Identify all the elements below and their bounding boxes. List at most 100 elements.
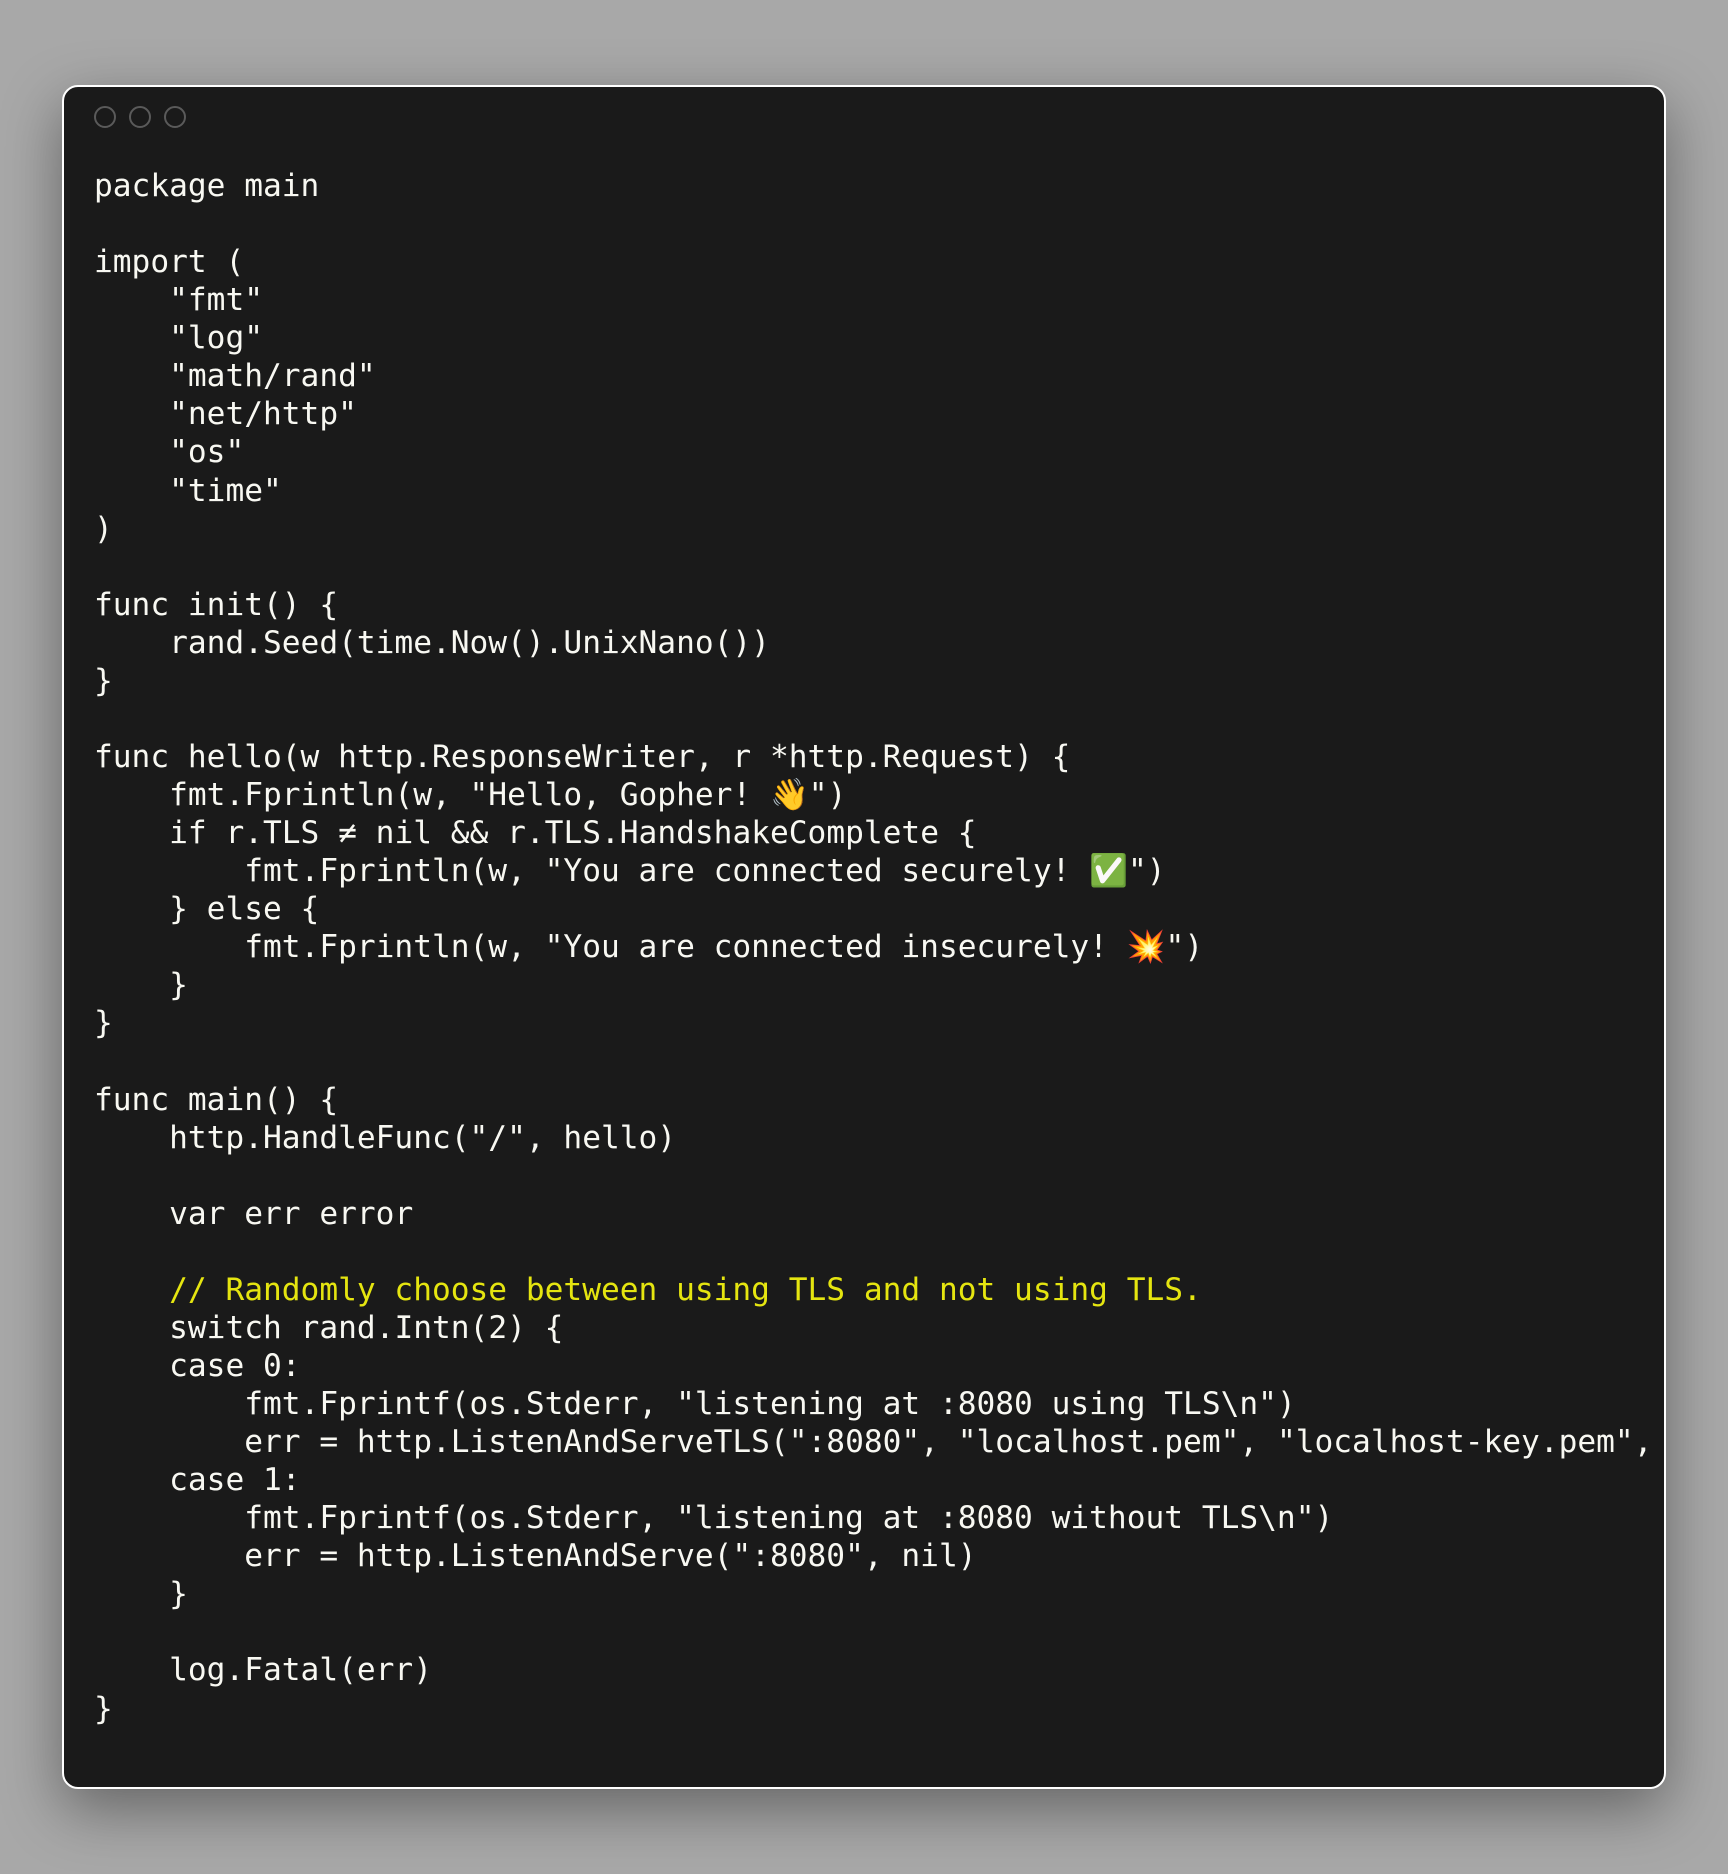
code-line: fmt.Fprintln(w, "Hello, Gopher! 👋") xyxy=(94,776,1634,814)
token-plain: err = http.ListenAndServe( xyxy=(94,1538,732,1574)
token-plain: ) xyxy=(1184,929,1203,965)
token-plain: ( xyxy=(207,244,245,280)
token-plain: } xyxy=(94,1005,113,1041)
token-plain xyxy=(169,1082,188,1118)
code-line: } xyxy=(94,966,1634,1004)
code-line: "log" xyxy=(94,319,1634,357)
token-plain xyxy=(244,1348,263,1384)
code-line: ) xyxy=(94,510,1634,548)
token-plain xyxy=(94,396,169,432)
code-line: func init() { xyxy=(94,586,1634,624)
token-plain: , xyxy=(1634,1424,1666,1460)
code-line xyxy=(94,700,1634,738)
token-plain: , hello) xyxy=(526,1120,676,1156)
code-line: "fmt" xyxy=(94,281,1634,319)
token-plain xyxy=(94,1310,169,1346)
token-func: hello xyxy=(188,739,282,775)
token-plain: err = http.ListenAndServeTLS( xyxy=(94,1424,789,1460)
token-plain: fmt.Fprintln(w, xyxy=(94,777,470,813)
code-line: case 1: xyxy=(94,1461,1634,1499)
code-line: http.HandleFunc("/", hello) xyxy=(94,1119,1634,1157)
code-line: import ( xyxy=(94,243,1634,281)
minimize-icon[interactable] xyxy=(129,106,151,128)
window-titlebar xyxy=(64,87,1664,147)
code-line: "time" xyxy=(94,472,1634,510)
code-line: fmt.Fprintln(w, "You are connected secur… xyxy=(94,852,1634,890)
code-line: log.Fatal(err) xyxy=(94,1651,1634,1689)
token-plain xyxy=(244,1462,263,1498)
token-plain: ) xyxy=(94,511,113,547)
token-string: "time" xyxy=(169,473,282,509)
token-plain xyxy=(94,1272,169,1308)
token-plain: ) xyxy=(828,777,847,813)
token-plain: ) xyxy=(1314,1500,1333,1536)
code-line: } else { xyxy=(94,890,1634,928)
code-line: case 0: xyxy=(94,1347,1634,1385)
code-line: fmt.Fprintf(os.Stderr, "listening at :80… xyxy=(94,1499,1634,1537)
token-string: "log" xyxy=(169,320,263,356)
code-line xyxy=(94,1233,1634,1271)
code-line: fmt.Fprintf(os.Stderr, "listening at :80… xyxy=(94,1385,1634,1423)
token-plain xyxy=(94,358,169,394)
token-keyword: case xyxy=(169,1348,244,1384)
code-line xyxy=(94,548,1634,586)
token-keyword: func xyxy=(94,587,169,623)
code-line: } xyxy=(94,1690,1634,1728)
token-string: "You are connected securely! ✅" xyxy=(545,853,1147,889)
token-plain: rand.Seed(time.Now().UnixNano()) xyxy=(94,625,770,661)
token-plain: fmt.Fprintf(os.Stderr, xyxy=(94,1500,676,1536)
code-editor[interactable]: package main import ( "fmt" "log" "math/… xyxy=(64,147,1664,1787)
code-line: package main xyxy=(94,167,1634,205)
code-line: "math/rand" xyxy=(94,357,1634,395)
token-string: "fmt" xyxy=(169,282,263,318)
token-plain xyxy=(169,739,188,775)
token-plain: : xyxy=(282,1462,301,1498)
terminal-window: package main import ( "fmt" "log" "math/… xyxy=(62,85,1666,1789)
token-plain: () { xyxy=(263,1082,338,1118)
token-plain xyxy=(94,815,169,851)
token-keyword: switch xyxy=(169,1310,282,1346)
code-line: } xyxy=(94,1575,1634,1613)
maximize-icon[interactable] xyxy=(164,106,186,128)
token-number: 0 xyxy=(263,1348,282,1384)
token-plain xyxy=(169,587,188,623)
token-plain: } xyxy=(94,967,188,1003)
token-plain: err xyxy=(225,1196,319,1232)
code-line xyxy=(94,205,1634,243)
token-string: "listening at :8080 using TLS\n" xyxy=(676,1386,1277,1422)
token-string: "listening at :8080 without TLS\n" xyxy=(676,1500,1314,1536)
token-plain: } xyxy=(94,1691,113,1727)
token-string: ":8080" xyxy=(732,1538,863,1574)
token-string: "net/http" xyxy=(169,396,357,432)
close-icon[interactable] xyxy=(94,106,116,128)
code-line: } xyxy=(94,662,1634,700)
token-keyword: if xyxy=(169,815,207,851)
token-plain xyxy=(94,282,169,318)
code-line: // Randomly choose between using TLS and… xyxy=(94,1271,1634,1309)
token-keyword: func xyxy=(94,1082,169,1118)
token-plain: ) xyxy=(1277,1386,1296,1422)
token-plain: fmt.Fprintln(w, xyxy=(94,853,545,889)
token-plain xyxy=(94,473,169,509)
token-ident: error xyxy=(319,1196,413,1232)
token-plain: fmt.Fprintf(os.Stderr, xyxy=(94,1386,676,1422)
token-keyword: import xyxy=(94,244,207,280)
token-plain: (w http.ResponseWriter, r *http.Request)… xyxy=(282,739,1071,775)
token-plain: r.TLS ≠ xyxy=(207,815,376,851)
code-line: func hello(w http.ResponseWriter, r *htt… xyxy=(94,738,1634,776)
token-plain: () { xyxy=(263,587,338,623)
token-func: main xyxy=(188,1082,263,1118)
token-string: "localhost.pem" xyxy=(958,1424,1240,1460)
code-line: "net/http" xyxy=(94,395,1634,433)
code-line: } xyxy=(94,1004,1634,1042)
token-plain: http.HandleFunc( xyxy=(94,1120,470,1156)
token-plain xyxy=(94,1462,169,1498)
token-number: 1 xyxy=(263,1462,282,1498)
token-string: "localhost-key.pem" xyxy=(1277,1424,1634,1460)
token-keyword: nil xyxy=(901,1538,957,1574)
token-comment: // Randomly choose between using TLS and… xyxy=(169,1272,1202,1308)
code-line: func main() { xyxy=(94,1081,1634,1119)
token-plain: } xyxy=(94,663,113,699)
token-keyword: else xyxy=(207,891,282,927)
token-plain: : xyxy=(282,1348,301,1384)
